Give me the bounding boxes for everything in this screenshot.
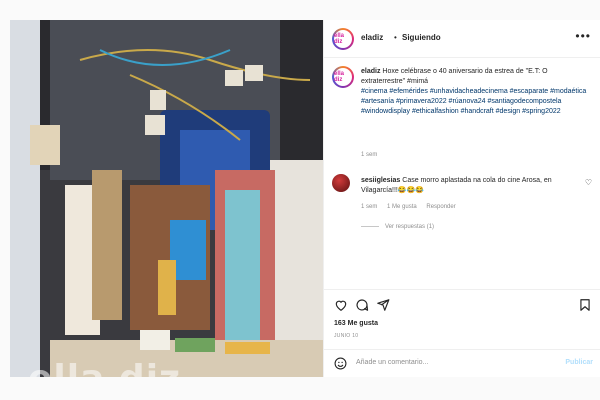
comment-icon[interactable]: [355, 298, 369, 312]
action-bar: [324, 289, 600, 319]
post-side-panel: ella diz eladiz • Siguiendo ••• ella diz…: [323, 20, 600, 377]
view-replies-label[interactable]: Ver respuestas (1): [385, 224, 434, 230]
avatar-text: ella diz: [334, 30, 352, 48]
publish-button[interactable]: Publicar: [565, 359, 593, 366]
photo-watermark: ella diz: [28, 358, 181, 377]
caption-time: 1 sem: [361, 152, 378, 158]
post-date: JUNIO 10: [334, 333, 359, 339]
bookmark-icon[interactable]: [578, 298, 592, 312]
comment-input[interactable]: Añade un comentario...: [356, 359, 428, 366]
caption-username[interactable]: eladiz: [361, 68, 380, 75]
share-icon[interactable]: [376, 298, 390, 312]
caption-body: Hoxe celébrase o 40 aniversario da estre…: [361, 68, 548, 85]
caption-avatar[interactable]: ella diz: [332, 66, 354, 88]
header-separator: •: [394, 33, 397, 42]
comment-username[interactable]: sesiiglesias: [361, 177, 400, 184]
caption-avatar-text: ella diz: [334, 68, 352, 86]
replies-divider: [361, 225, 379, 227]
view-replies-button[interactable]: Ver respuestas (1): [361, 224, 434, 230]
shop-window-image: [10, 20, 323, 377]
post-header: ella diz eladiz • Siguiendo •••: [324, 20, 600, 58]
comment-reply-button[interactable]: Responder: [426, 204, 455, 210]
more-options-icon[interactable]: •••: [575, 29, 591, 43]
instagram-post-view: ella diz ella diz eladiz • Siguiendo •••…: [0, 0, 600, 400]
follow-button[interactable]: Siguiendo: [402, 33, 441, 42]
post-photo[interactable]: ella diz: [10, 20, 323, 377]
comment-likes[interactable]: 1 Me gusta: [387, 204, 417, 210]
comment-meta: 1 sem 1 Me gusta Responder: [361, 204, 464, 210]
add-comment-bar: Añade un comentario... Publicar: [324, 349, 600, 377]
comment-time: 1 sem: [361, 204, 378, 210]
heart-icon[interactable]: [334, 298, 348, 312]
caption-hashtags[interactable]: #cinema #efemérides #unhavidacheadecinem…: [361, 88, 586, 115]
comments-area: ella diz eladiz Hoxe celébrase o 40 aniv…: [324, 58, 600, 283]
comment-like-heart-icon[interactable]: ♡: [585, 178, 592, 187]
emoji-icon[interactable]: [334, 357, 347, 370]
avatar[interactable]: ella diz: [332, 28, 354, 50]
header-username[interactable]: eladiz: [361, 33, 383, 42]
caption-text: eladiz Hoxe celébrase o 40 aniversario d…: [361, 67, 591, 117]
likes-count[interactable]: 163 Me gusta: [334, 320, 378, 327]
comment-text: sesiiglesias Case morro aplastada na col…: [361, 176, 579, 196]
commenter-avatar[interactable]: [332, 174, 350, 192]
